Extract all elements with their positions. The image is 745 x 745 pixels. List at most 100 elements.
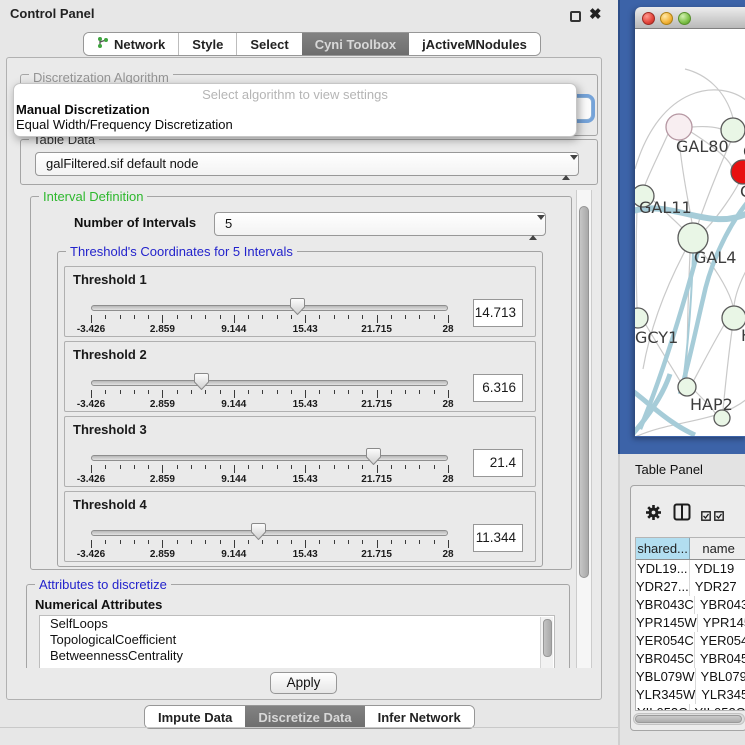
threshold-1-slider-thumb[interactable]: [289, 297, 306, 321]
combo-stepper-icon: [529, 217, 538, 233]
checkbox-icon[interactable]: [701, 508, 711, 526]
table-row[interactable]: YER054CYER054C: [636, 632, 745, 650]
table-row[interactable]: YDL19...YDL19: [636, 560, 745, 578]
slider-tick: [105, 315, 106, 319]
cell-name[interactable]: YDL19: [690, 560, 745, 578]
split-columns-icon[interactable]: [673, 503, 691, 526]
threshold-3-slider-thumb[interactable]: [365, 447, 382, 471]
cell-shared-name[interactable]: YDR27...: [636, 578, 690, 596]
threshold-2-slider-thumb[interactable]: [193, 372, 210, 396]
network-canvas[interactable]: GAL80GACGAL11GAL4GCY1HAHAP2: [635, 29, 745, 436]
tab-network[interactable]: Network: [84, 33, 178, 55]
column-header-name[interactable]: name: [690, 538, 745, 559]
tab-select[interactable]: Select: [236, 33, 301, 55]
threshold-3-value-field[interactable]: 21.4: [473, 449, 523, 477]
threshold-1-slider-track[interactable]: [91, 305, 448, 311]
cell-shared-name[interactable]: YBR045C: [636, 650, 695, 668]
option-manual-discretization[interactable]: Manual Discretization: [14, 102, 576, 117]
table-row[interactable]: YIL052CYIL052C: [636, 704, 745, 711]
minimize-traffic-light-icon[interactable]: [660, 12, 673, 25]
list-scrollbar[interactable]: [540, 617, 553, 668]
cell-name[interactable]: YLR345W: [696, 686, 745, 704]
threshold-2-label: Threshold 2: [73, 347, 147, 362]
cell-name[interactable]: YPR145W: [698, 614, 745, 632]
slider-tick: [334, 315, 335, 319]
table-row[interactable]: YDR27...YDR27: [636, 578, 745, 596]
table-row[interactable]: YLR345WYLR345W: [636, 686, 745, 704]
cell-name[interactable]: YDR27: [690, 578, 745, 596]
cell-shared-name[interactable]: YER054C: [636, 632, 695, 650]
network-window-titlebar[interactable]: [635, 7, 745, 29]
table-hscrollbar[interactable]: [633, 713, 745, 725]
slider-tick: [291, 390, 292, 394]
slider-tick: [362, 315, 363, 319]
slider-tick: [448, 540, 449, 548]
tab-network-label: Network: [114, 37, 165, 52]
float-window-icon[interactable]: [570, 11, 581, 22]
slider-tick: [434, 315, 435, 319]
table-row[interactable]: YBR043CYBR043C: [636, 596, 745, 614]
threshold-1-value-field[interactable]: 14.713: [473, 299, 523, 327]
table-row[interactable]: YPR145WYPR145W: [636, 614, 745, 632]
network-graph[interactable]: GAL80GACGAL11GAL4GCY1HAHAP2: [635, 29, 745, 436]
threshold-4-slider-thumb[interactable]: [250, 522, 267, 546]
cell-shared-name[interactable]: YIL052C: [636, 704, 690, 711]
cell-shared-name[interactable]: YLR345W: [636, 686, 696, 704]
slider-tick-label: 21.715: [349, 324, 405, 335]
node-table[interactable]: shared... name YDL19...YDL19YDR27...YDR2…: [635, 537, 745, 711]
slider-tick: [377, 315, 378, 323]
slider-tick: [377, 540, 378, 548]
close-traffic-light-icon[interactable]: [642, 12, 655, 25]
option-equal-width-frequency[interactable]: Equal Width/Frequency Discretization: [14, 117, 576, 132]
cell-name[interactable]: YBR043C: [695, 596, 745, 614]
cell-shared-name[interactable]: YPR145W: [636, 614, 698, 632]
cell-name[interactable]: YER054C: [695, 632, 745, 650]
zoom-traffic-light-icon[interactable]: [678, 12, 691, 25]
column-header-shared-name[interactable]: shared...: [636, 538, 690, 559]
checkbox-icon[interactable]: [714, 508, 724, 526]
cell-name[interactable]: YBR045C: [695, 650, 745, 668]
gear-icon[interactable]: [645, 504, 662, 526]
table-header-row: shared... name: [636, 538, 745, 560]
tab-infer-network[interactable]: Infer Network: [365, 706, 474, 728]
slider-tick: [405, 390, 406, 394]
numerical-attributes-heading: Numerical Attributes: [35, 597, 162, 612]
algorithm-dropdown-popup: Select algorithm to view settings Manual…: [13, 83, 577, 137]
cell-shared-name[interactable]: YDL19...: [636, 560, 690, 578]
tab-cyni-toolbox[interactable]: Cyni Toolbox: [302, 33, 409, 55]
numerical-attributes-list[interactable]: SelfLoops TopologicalCoefficient Between…: [39, 615, 555, 668]
list-item[interactable]: SelfLoops: [40, 616, 554, 632]
red-node[interactable]: [731, 160, 745, 184]
number-of-intervals-combo[interactable]: 5: [214, 212, 546, 236]
tab-discretize-data[interactable]: Discretize Data: [245, 706, 364, 728]
table-hscrollbar-thumb[interactable]: [635, 715, 742, 723]
close-icon[interactable]: ✖: [589, 5, 602, 23]
threshold-2-slider-track[interactable]: [91, 380, 448, 386]
slider-tick: [348, 315, 349, 319]
tab-style[interactable]: Style: [178, 33, 236, 55]
cell-name[interactable]: YBL079W: [696, 668, 745, 686]
slider-tick-label: 21.715: [349, 549, 405, 560]
table-data-combo[interactable]: galFiltered.sif default node: [35, 152, 579, 176]
network-tab-icon: [97, 36, 109, 52]
slider-tick: [362, 540, 363, 544]
cell-name[interactable]: YIL052C: [690, 704, 745, 711]
tab-impute-data[interactable]: Impute Data: [145, 706, 245, 728]
table-row[interactable]: YBL079WYBL079W: [636, 668, 745, 686]
list-item[interactable]: BetweennessCentrality: [40, 648, 554, 664]
HAP2-node[interactable]: [678, 378, 696, 396]
cell-shared-name[interactable]: YBR043C: [636, 596, 695, 614]
table-row[interactable]: YBR045CYBR045C: [636, 650, 745, 668]
slider-tick: [120, 465, 121, 469]
cell-shared-name[interactable]: YBL079W: [636, 668, 696, 686]
threshold-3-slider-track[interactable]: [91, 455, 448, 461]
threshold-4-value-field[interactable]: 11.344: [473, 524, 523, 552]
tab-discretize-data-label: Discretize Data: [258, 710, 351, 725]
settings-scrollbar-thumb[interactable]: [579, 206, 589, 578]
threshold-4-slider-track[interactable]: [91, 530, 448, 536]
network-window[interactable]: GAL80GACGAL11GAL4GCY1HAHAP2: [635, 7, 745, 437]
list-item[interactable]: TopologicalCoefficient: [40, 632, 554, 648]
apply-button[interactable]: Apply: [270, 672, 337, 694]
threshold-2-value-field[interactable]: 6.316: [473, 374, 523, 402]
tab-jactivemnodules[interactable]: jActiveMNodules: [409, 33, 540, 55]
